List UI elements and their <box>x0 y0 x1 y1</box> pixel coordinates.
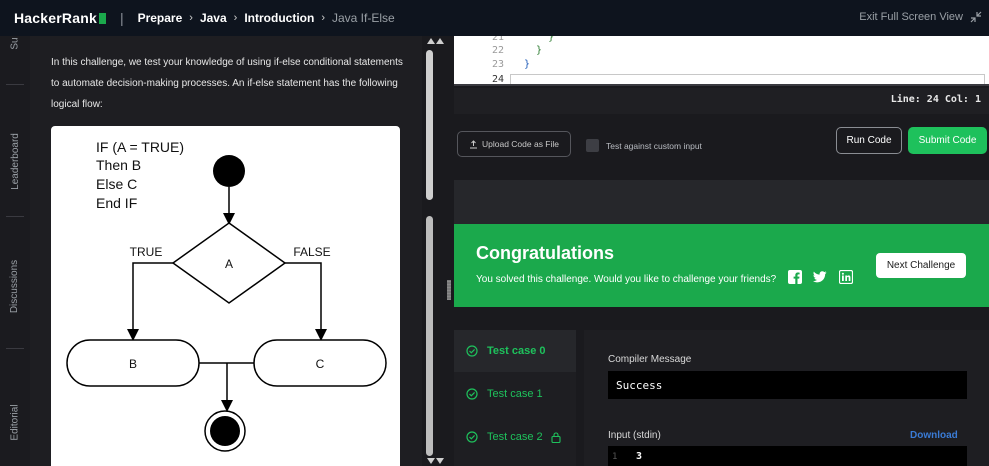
code-editor[interactable]: 21 22 23 24 } } } <box>454 36 989 86</box>
test-case-list: Test case 0 Test case 1 Test case 2 <box>454 330 576 466</box>
twitter-icon[interactable] <box>813 270 827 284</box>
flow-end-node-inner <box>210 416 240 446</box>
side-tabs: Su Leaderboard Discussions Editorial <box>0 36 30 466</box>
scroll-thumb[interactable] <box>426 50 433 200</box>
exit-fullscreen-link[interactable]: Exit Full Screen View <box>859 11 963 23</box>
splitter-grip-icon[interactable] <box>447 280 451 300</box>
flow-arrow <box>285 262 327 341</box>
compiler-message-value: Success <box>616 379 663 392</box>
download-input-link[interactable]: Download <box>910 430 958 441</box>
test-result-panel: Compiler Message Success Input (stdin) D… <box>584 330 989 466</box>
scroll-up-icon[interactable] <box>436 38 444 44</box>
logo-block-icon <box>98 12 106 24</box>
input-line-number: 1 <box>612 452 618 462</box>
tab-editorial-label: Editorial <box>9 403 21 441</box>
tab-divider <box>6 216 24 217</box>
tab-submissions[interactable]: Su <box>0 36 30 50</box>
header-separator: | <box>119 10 124 26</box>
tab-leaderboard[interactable]: Leaderboard <box>0 131 30 191</box>
flow-box-c-label: C <box>316 357 325 371</box>
flow-arrow <box>127 262 173 341</box>
result-header-bar <box>454 180 989 224</box>
test-case-0[interactable]: Test case 0 <box>454 330 576 372</box>
breadcrumb-introduction[interactable]: Introduction <box>244 11 314 25</box>
input-stdin-box: 1 3 <box>608 446 967 466</box>
if-else-flowchart: IF (A = TRUE) Then B Else C End IF A TRU… <box>51 126 400 466</box>
test-case-2[interactable]: Test case 2 <box>454 416 576 458</box>
flow-decision-label: A <box>225 257 233 271</box>
run-code-button[interactable]: Run Code <box>836 127 902 154</box>
app-root: HackerRank | Prepare › Java › Introducti… <box>0 0 989 466</box>
flow-code-line: End IF <box>96 195 137 211</box>
check-circle-icon <box>466 345 478 357</box>
logo-text: HackerRank <box>14 10 97 26</box>
tab-discussions[interactable]: Discussions <box>0 256 30 316</box>
chevron-right-icon: › <box>321 12 325 24</box>
flow-false-label: FALSE <box>293 245 330 259</box>
scroll-thumb[interactable] <box>426 216 433 456</box>
compress-icon[interactable] <box>969 10 983 24</box>
problem-statement: In this challenge, we test your knowledg… <box>30 36 422 466</box>
submit-code-button[interactable]: Submit Code <box>908 127 987 154</box>
test-case-label: Test case 1 <box>487 388 543 400</box>
tab-discussions-label: Discussions <box>9 259 21 313</box>
check-circle-icon <box>466 431 478 443</box>
line-number: 24 <box>491 74 504 85</box>
scroll-up-icon[interactable] <box>427 38 435 44</box>
compiler-message-box: Success <box>608 371 967 399</box>
tab-divider <box>6 348 24 349</box>
line-number: 21 <box>491 36 504 43</box>
code-line: } <box>524 59 531 70</box>
test-case-label: Test case 0 <box>487 345 546 357</box>
test-case-1[interactable]: Test case 1 <box>454 373 576 415</box>
flow-true-label: TRUE <box>130 245 163 259</box>
flowchart-svg: IF (A = TRUE) Then B Else C End IF A TRU… <box>66 139 387 452</box>
congrats-subtitle: You solved this challenge. Would you lik… <box>476 274 777 285</box>
breadcrumb-current: Java If-Else <box>331 11 395 25</box>
top-bar: HackerRank | Prepare › Java › Introducti… <box>0 0 989 36</box>
scroll-down-icon[interactable] <box>436 458 444 464</box>
flow-code-line: Then B <box>96 157 141 173</box>
compiler-message-label: Compiler Message <box>608 354 692 365</box>
line-number: 23 <box>491 59 504 70</box>
flow-box-b-label: B <box>129 357 137 371</box>
input-stdin-label: Input (stdin) <box>608 430 661 441</box>
hackerrank-logo[interactable]: HackerRank <box>14 10 106 26</box>
flow-start-node <box>213 155 245 187</box>
custom-input-checkbox[interactable] <box>586 139 599 152</box>
flow-code-line: Else C <box>96 176 137 192</box>
test-case-label: Test case 2 <box>487 431 543 443</box>
problem-scrollbar[interactable] <box>422 36 444 466</box>
problem-intro: In this challenge, we test your knowledg… <box>51 57 403 110</box>
congratulations-banner: Congratulations You solved this challeng… <box>454 224 989 307</box>
input-stdin-value: 3 <box>636 451 643 462</box>
line-number: 22 <box>491 45 504 56</box>
upload-code-button[interactable]: Upload Code as File <box>457 131 571 157</box>
tab-editorial[interactable]: Editorial <box>0 392 30 452</box>
custom-input-label[interactable]: Test against custom input <box>606 141 702 151</box>
editor-actions: Upload Code as File Test against custom … <box>454 114 989 180</box>
breadcrumb-prepare[interactable]: Prepare <box>138 11 183 25</box>
upload-code-label: Upload Code as File <box>481 139 559 149</box>
chevron-right-icon: › <box>233 12 238 24</box>
editor-status-bar: Line: 24 Col: 1 <box>454 88 989 114</box>
facebook-icon[interactable] <box>788 270 802 284</box>
check-circle-icon <box>466 388 478 400</box>
next-challenge-button[interactable]: Next Challenge <box>876 253 966 278</box>
breadcrumb-java[interactable]: Java <box>200 11 227 25</box>
scroll-down-icon[interactable] <box>427 458 435 464</box>
active-line <box>510 74 985 84</box>
chevron-right-icon: › <box>189 12 193 24</box>
code-line: } <box>524 45 543 56</box>
tab-leaderboard-label: Leaderboard <box>9 132 21 190</box>
lock-icon <box>551 431 561 443</box>
flow-code-line: IF (A = TRUE) <box>96 139 184 155</box>
pane-splitter[interactable] <box>444 36 454 466</box>
upload-icon <box>469 139 477 148</box>
cursor-position: Line: 24 Col: 1 <box>890 94 981 105</box>
linkedin-icon[interactable] <box>839 270 853 284</box>
code-line: } <box>524 36 555 43</box>
congrats-title: Congratulations <box>476 243 614 263</box>
tab-divider <box>6 84 24 85</box>
